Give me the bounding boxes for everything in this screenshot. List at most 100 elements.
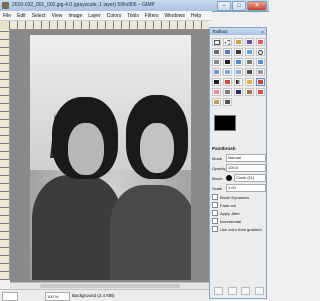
menu-layer[interactable]: Layer (88, 13, 101, 19)
scale-slider[interactable]: 1.00 (226, 184, 266, 192)
rect-select-icon[interactable] (212, 38, 221, 46)
scale-icon[interactable] (212, 68, 221, 76)
color-picker-icon[interactable] (245, 48, 254, 56)
color-swatches (214, 115, 254, 137)
menu-select[interactable]: Select (32, 13, 46, 19)
incremental-checkbox[interactable]: Incremental (212, 218, 266, 224)
photo-coat-left (32, 175, 122, 280)
zoom-icon[interactable] (256, 48, 265, 56)
clone-icon[interactable] (245, 88, 254, 96)
foreground-color-swatch[interactable] (214, 115, 236, 131)
tool-options-title: Paintbrush (212, 146, 236, 151)
blend-icon[interactable] (234, 78, 243, 86)
free-select-icon[interactable] (234, 38, 243, 46)
menu-tools[interactable]: Tools (127, 13, 139, 19)
menu-image[interactable]: Image (68, 13, 82, 19)
incremental-label: Incremental (220, 218, 241, 224)
horizontal-scrollbar[interactable] (10, 282, 209, 289)
ellipse-select-icon[interactable] (223, 38, 232, 46)
text-icon[interactable] (212, 78, 221, 86)
menu-file[interactable]: File (3, 13, 11, 19)
scrollbar-thumb[interactable] (40, 284, 180, 288)
expander-icon[interactable] (212, 194, 218, 200)
maximize-button[interactable]: □ (232, 1, 246, 11)
mode-label: Mode (212, 155, 223, 161)
toolbox-panel: Toolbox x Paintbrush Mode Normal Opacity… (209, 27, 267, 299)
dodge-burn-icon[interactable] (223, 98, 232, 106)
move-icon[interactable] (223, 58, 232, 66)
menu-filters[interactable]: Filters (145, 13, 159, 19)
checkbox-icon[interactable] (212, 226, 218, 232)
delete-options-icon[interactable] (241, 287, 251, 295)
paintbrush-icon[interactable] (256, 78, 265, 86)
flip-icon[interactable] (245, 68, 254, 76)
mode-select[interactable]: Normal (226, 154, 266, 162)
bucket-fill-icon[interactable] (223, 78, 232, 86)
smudge-icon[interactable] (212, 98, 221, 106)
apply-jitter-label: Apply Jitter (220, 210, 240, 216)
use-color-gradient-checkbox[interactable]: Use color from gradient (212, 226, 266, 232)
save-options-icon[interactable] (214, 287, 224, 295)
align-icon[interactable] (234, 58, 243, 66)
cage-icon[interactable] (256, 68, 265, 76)
toolbox-title: Toolbox (210, 28, 266, 35)
eraser-icon[interactable] (212, 88, 221, 96)
opacity-label: Opacity (212, 165, 226, 171)
vertical-ruler[interactable] (0, 29, 10, 280)
photo-image (30, 35, 191, 280)
airbrush-icon[interactable] (223, 88, 232, 96)
brush-row: Brush Circle (11) (212, 174, 266, 182)
close-button[interactable]: ✕ (247, 1, 267, 11)
pencil-icon[interactable] (245, 78, 254, 86)
image-canvas[interactable] (10, 29, 209, 282)
mode-row: Mode Normal (212, 154, 266, 162)
menu-bar: File Edit Select View Image Layer Colors… (0, 11, 212, 21)
brush-dynamics-label: Brush Dynamics (220, 194, 250, 200)
photo-face-right (140, 123, 174, 173)
toolbox-close-button[interactable]: x (260, 29, 265, 34)
reset-options-icon[interactable] (254, 287, 264, 295)
use-color-gradient-label: Use color from gradient (220, 226, 262, 232)
tool-options: Paintbrush Mode Normal Opacity 100.0 Bru… (212, 146, 266, 234)
fade-out-label: Fade out (220, 202, 236, 208)
opacity-slider[interactable]: 100.0 (226, 164, 266, 172)
tool-grid (212, 38, 266, 106)
checkbox-icon[interactable] (212, 210, 218, 216)
fade-out-checkbox[interactable]: Fade out (212, 202, 266, 208)
checkbox-icon[interactable] (212, 202, 218, 208)
shear-icon[interactable] (223, 68, 232, 76)
rotate-icon[interactable] (256, 58, 265, 66)
menu-windows[interactable]: Windows (165, 13, 185, 19)
menu-help[interactable]: Help (191, 13, 201, 19)
perspective-icon[interactable] (234, 68, 243, 76)
brush-select[interactable]: Circle (11) (234, 174, 266, 182)
fuzzy-select-icon[interactable] (245, 38, 254, 46)
ink-icon[interactable] (234, 88, 243, 96)
restore-options-icon[interactable] (227, 287, 237, 295)
color-select-icon[interactable] (256, 38, 265, 46)
checkbox-icon[interactable] (212, 218, 218, 224)
photo-face-left (68, 123, 104, 175)
measure-icon[interactable] (212, 58, 221, 66)
opacity-row: Opacity 100.0 (212, 164, 266, 172)
paths-icon[interactable] (234, 48, 243, 56)
heal-icon[interactable] (256, 88, 265, 96)
menu-edit[interactable]: Edit (17, 13, 26, 19)
minimize-button[interactable]: – (217, 1, 231, 11)
window-title: 2010-032_001_002.jpg-4.0 (grayscale, 1 l… (12, 2, 155, 8)
gimp-app-icon (2, 2, 9, 9)
status-bar: 100 % Background (2.4 MB) (0, 289, 209, 301)
menu-colors[interactable]: Colors (107, 13, 121, 19)
brush-preview-icon[interactable] (226, 175, 232, 181)
scale-row: Scale 1.00 (212, 184, 266, 192)
foreground-select-icon[interactable] (223, 48, 232, 56)
scissors-icon[interactable] (212, 48, 221, 56)
window-controls: – □ ✕ (217, 1, 267, 11)
brush-label: Brush (212, 175, 223, 181)
brush-dynamics-toggle[interactable]: Brush Dynamics (212, 194, 266, 200)
apply-jitter-checkbox[interactable]: Apply Jitter (212, 210, 266, 216)
scale-label: Scale (212, 185, 223, 191)
menu-view[interactable]: View (52, 13, 63, 19)
tool-options-buttons (212, 287, 266, 295)
crop-icon[interactable] (245, 58, 254, 66)
